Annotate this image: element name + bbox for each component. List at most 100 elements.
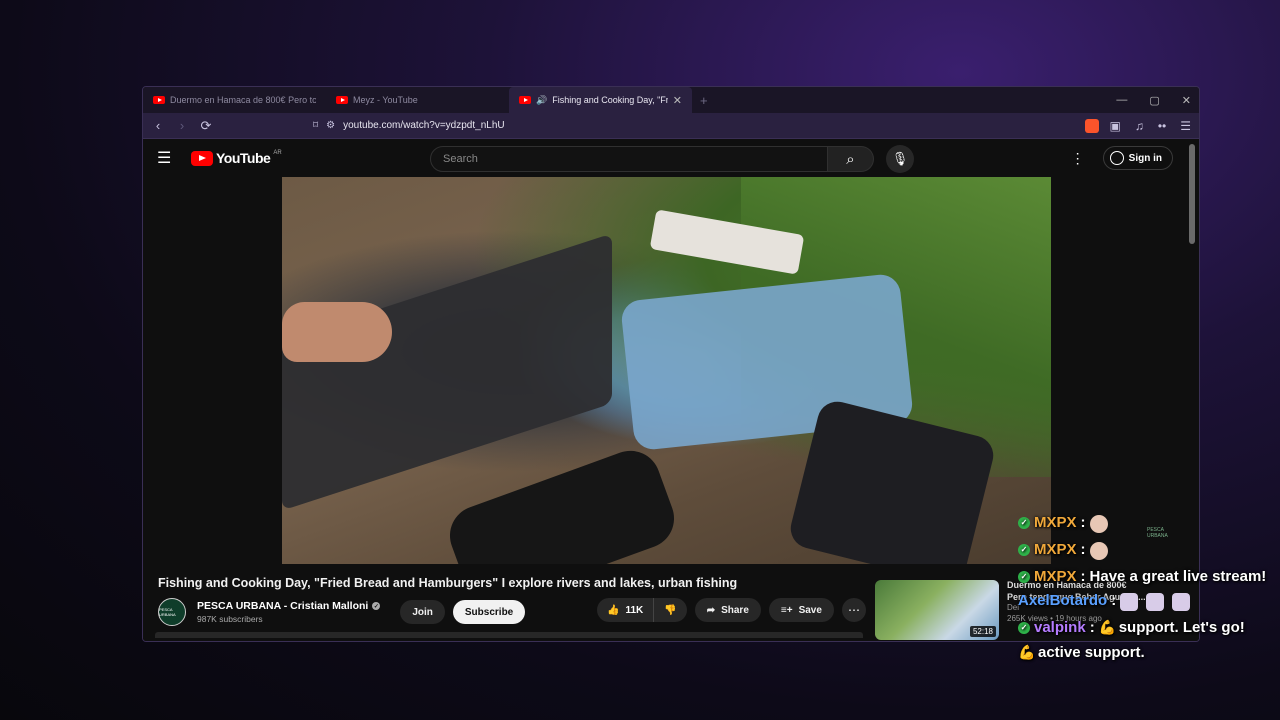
video-leg bbox=[441, 442, 683, 564]
region-code: AR bbox=[273, 150, 282, 156]
site-info-icon[interactable]: ⚙ bbox=[326, 120, 335, 131]
reload-icon[interactable]: ⟳ bbox=[199, 118, 213, 134]
youtube-favicon-icon bbox=[519, 96, 531, 104]
chat-username: MXPX bbox=[1034, 568, 1077, 585]
search-input[interactable] bbox=[430, 146, 828, 172]
chat-username: AxelBotardo bbox=[1018, 592, 1108, 609]
tab-fishing-video[interactable]: 🔊 Fishing and Cooking Day, "Fri ✕ bbox=[509, 87, 692, 113]
subscribe-button[interactable]: Subscribe bbox=[452, 600, 526, 624]
chat-separator: : bbox=[1080, 568, 1086, 585]
youtube-favicon-icon bbox=[336, 96, 348, 104]
video-hand bbox=[282, 302, 392, 362]
flexed-biceps-icon: 💪 bbox=[1018, 644, 1036, 660]
channel-info: PESCA URBANA - Cristian Malloni ✓ 987K s… bbox=[197, 600, 381, 624]
bookmark-icon[interactable]: ⌑ bbox=[313, 120, 318, 131]
tab-title: Duermo en Hamaca de 800€ Pero tc bbox=[170, 95, 316, 105]
chat-separator: : bbox=[1111, 592, 1117, 609]
chat-message: ✓ MXPX : bbox=[1018, 542, 1280, 560]
address-bar: ‹ › ⟳ ⌑ ⚙ youtube.com/watch?v=ydzpdt_nLh… bbox=[143, 113, 1199, 139]
youtube-logo[interactable]: YouTube AR bbox=[191, 150, 282, 166]
youtube-logo-icon bbox=[191, 150, 213, 166]
verified-icon: ✓ bbox=[372, 602, 381, 610]
video-tarp-dark bbox=[282, 233, 612, 511]
brave-shields-icon[interactable] bbox=[1085, 118, 1100, 133]
minimize-icon[interactable]: — bbox=[1116, 94, 1127, 106]
video-actions: 👍 11K 👎 ➦ Share ≡+ Save ⋯ bbox=[597, 598, 866, 622]
like-button[interactable]: 👍 11K bbox=[597, 598, 653, 622]
video-player[interactable] bbox=[282, 177, 1051, 564]
new-tab-button[interactable]: + bbox=[692, 93, 716, 108]
maximize-icon[interactable]: ▢ bbox=[1149, 94, 1159, 107]
emote-icon bbox=[1172, 593, 1191, 611]
page-scrollbar[interactable] bbox=[1189, 144, 1195, 244]
sign-in-button[interactable]: Sign in bbox=[1102, 146, 1173, 170]
verified-badge-icon: ✓ bbox=[1018, 544, 1030, 556]
youtube-logo-text: YouTube bbox=[216, 150, 271, 166]
chat-separator: : bbox=[1089, 619, 1095, 636]
dislike-button[interactable]: 👎 bbox=[653, 598, 686, 622]
emote-icon bbox=[1089, 542, 1108, 560]
guide-menu-icon[interactable]: ☰ bbox=[157, 148, 187, 168]
audio-playing-icon[interactable]: 🔊 bbox=[536, 95, 547, 106]
channel-row: PESCA URBANA PESCA URBANA - Cristian Mal… bbox=[158, 598, 868, 626]
chat-message: ✓ MXPX : bbox=[1018, 515, 1280, 533]
chat-separator: : bbox=[1080, 514, 1086, 531]
like-count: 11K bbox=[625, 604, 644, 616]
thumbs-up-icon: 👍 bbox=[607, 604, 620, 616]
tab-duermo[interactable]: Duermo en Hamaca de 800€ Pero tc bbox=[143, 87, 326, 113]
sign-in-label: Sign in bbox=[1128, 152, 1162, 164]
save-button[interactable]: ≡+ Save bbox=[768, 598, 834, 622]
chat-username: valpink bbox=[1034, 619, 1086, 636]
verified-badge-icon: ✓ bbox=[1018, 571, 1030, 583]
menu-icon[interactable]: ☰ bbox=[1180, 119, 1191, 133]
microphone-icon[interactable]: 🎙 bbox=[886, 145, 914, 173]
account-icon bbox=[1109, 151, 1124, 165]
tab-bar: Duermo en Hamaca de 800€ Pero tc Meyz - … bbox=[143, 87, 1199, 113]
join-button[interactable]: Join bbox=[400, 600, 445, 624]
save-icon: ≡+ bbox=[780, 604, 793, 616]
channel-name-wrap[interactable]: PESCA URBANA - Cristian Malloni ✓ bbox=[197, 600, 381, 612]
share-icon: ➦ bbox=[706, 604, 716, 616]
extensions-icon[interactable]: •• bbox=[1158, 119, 1166, 133]
window-controls: — ▢ ✕ bbox=[1116, 87, 1191, 113]
forward-icon[interactable]: › bbox=[175, 118, 189, 133]
url-field[interactable]: ⌑ ⚙ youtube.com/watch?v=ydzpdt_nLhU bbox=[313, 116, 1075, 136]
recommended-thumbnail[interactable]: 52:18 bbox=[875, 580, 999, 640]
chat-message: ✓ MXPX : Have a great live stream! bbox=[1018, 569, 1280, 584]
emote-icon bbox=[1089, 515, 1108, 533]
chat-text: Have a great live stream! bbox=[1089, 568, 1267, 585]
chat-separator: : bbox=[1080, 541, 1086, 558]
chat-username: MXPX bbox=[1034, 514, 1077, 531]
stream-chat-overlay: ✓ MXPX : ✓ MXPX : ✓ MXPX : Have a great … bbox=[1018, 515, 1280, 670]
share-label: Share bbox=[721, 604, 749, 616]
url-text[interactable]: youtube.com/watch?v=ydzpdt_nLhU bbox=[343, 120, 505, 131]
search-bar: ⌕ 🎙 bbox=[430, 145, 914, 173]
tab-title: Fishing and Cooking Day, "Fri bbox=[552, 95, 668, 105]
close-tab-icon[interactable]: ✕ bbox=[673, 94, 682, 107]
youtube-header: ☰ YouTube AR ⌕ 🎙 ⋮ Sign in bbox=[143, 140, 1199, 176]
thumbs-down-icon: 👎 bbox=[664, 604, 677, 616]
channel-name[interactable]: PESCA URBANA - Cristian Malloni bbox=[197, 600, 368, 612]
chat-message: ✓ valpink : 💪 support. Let's go! bbox=[1018, 620, 1280, 636]
toolbar-right: ▣ ♫ •• ☰ bbox=[1109, 119, 1191, 133]
chat-text: active support. bbox=[1038, 644, 1145, 661]
tab-title: Meyz - YouTube bbox=[353, 95, 418, 105]
close-window-icon[interactable]: ✕ bbox=[1182, 94, 1191, 107]
header-actions: ⋮ Sign in bbox=[1071, 146, 1173, 170]
tab-meyz[interactable]: Meyz - YouTube bbox=[326, 87, 509, 113]
channel-avatar[interactable]: PESCA URBANA bbox=[158, 598, 186, 626]
video-duration: 52:18 bbox=[969, 626, 996, 637]
more-actions-icon[interactable]: ⋯ bbox=[841, 598, 866, 622]
verified-badge-icon: ✓ bbox=[1018, 517, 1030, 529]
verified-badge-icon: ✓ bbox=[1018, 622, 1030, 634]
settings-menu-icon[interactable]: ⋮ bbox=[1071, 150, 1085, 167]
emote-icon bbox=[1146, 593, 1165, 611]
chat-text: support. Let's go! bbox=[1118, 619, 1245, 636]
share-button[interactable]: ➦ Share bbox=[694, 598, 761, 622]
like-dislike-group: 👍 11K 👎 bbox=[597, 598, 687, 622]
search-icon[interactable]: ⌕ bbox=[828, 146, 874, 172]
chat-message: AxelBotardo : bbox=[1018, 593, 1280, 611]
back-icon[interactable]: ‹ bbox=[151, 118, 165, 133]
sidebar-icon[interactable]: ▣ bbox=[1109, 119, 1120, 133]
media-icon[interactable]: ♫ bbox=[1135, 119, 1144, 133]
